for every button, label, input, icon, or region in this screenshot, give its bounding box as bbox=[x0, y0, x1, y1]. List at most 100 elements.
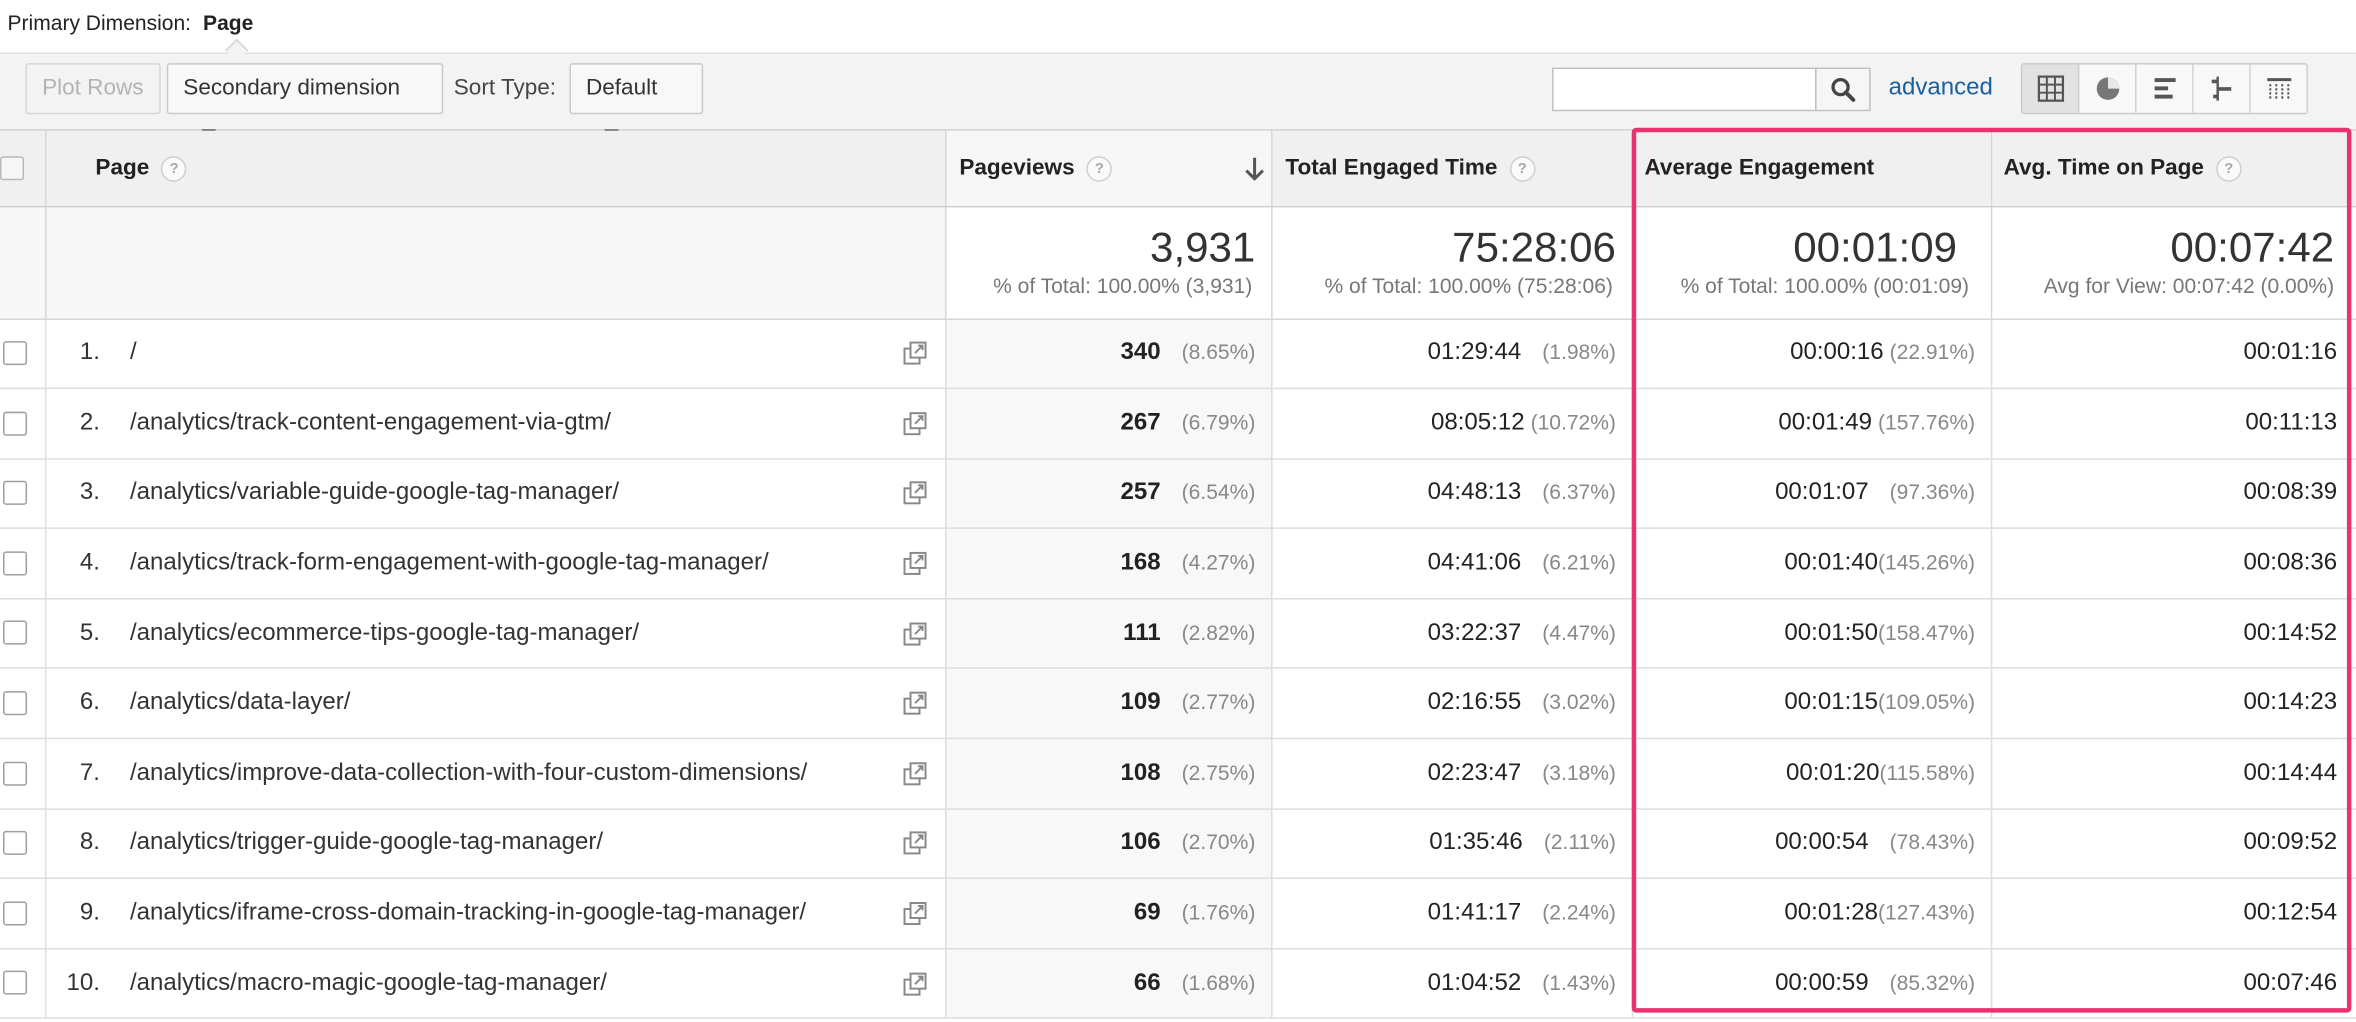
avg-engagement-value: 00:01:20 bbox=[1785, 760, 1880, 786]
view-toggle-group bbox=[2020, 63, 2308, 115]
page-link[interactable]: /analytics/variable-guide-google-tag-man… bbox=[130, 480, 619, 506]
row-checkbox[interactable] bbox=[3, 901, 28, 926]
pageviews-value: 267 bbox=[1120, 410, 1161, 436]
row-checkbox[interactable] bbox=[3, 831, 28, 856]
external-link-icon[interactable] bbox=[902, 412, 926, 444]
engaged-time-value: 01:29:44 bbox=[1427, 340, 1522, 366]
totals-pageviews-cell: 3,931 % of Total: 100.00% (3,931) bbox=[945, 205, 1272, 320]
help-icon[interactable]: ? bbox=[161, 155, 187, 182]
pie-view-button[interactable] bbox=[2079, 64, 2137, 113]
pie-view-icon bbox=[2095, 77, 2119, 100]
avg-engagement-cell: 00:01:28(127.43%) bbox=[1631, 878, 1992, 950]
avg-time-value: 00:14:23 bbox=[2243, 690, 2338, 716]
pageviews-value: 340 bbox=[1120, 340, 1161, 366]
search-button[interactable] bbox=[1815, 69, 1870, 110]
page-link[interactable]: /analytics/iframe-cross-domain-tracking-… bbox=[130, 900, 806, 926]
sort-type-dropdown[interactable]: Default bbox=[569, 63, 704, 139]
avg-engagement-cell: 00:01:50(158.47%) bbox=[1631, 598, 1992, 670]
pageviews-pct: (1.68%) bbox=[1181, 970, 1256, 995]
performance-view-button[interactable] bbox=[2136, 64, 2194, 113]
external-link-icon[interactable] bbox=[902, 552, 926, 584]
engaged-time-cell: 02:23:47 (3.18%) bbox=[1271, 738, 1633, 810]
help-icon[interactable]: ? bbox=[1509, 155, 1536, 182]
external-link-icon[interactable] bbox=[902, 902, 926, 934]
avg-engagement-pct: (127.43%) bbox=[1877, 900, 1976, 925]
row-select-cell bbox=[0, 388, 46, 460]
engaged-time-cell: 02:16:55 (3.02%) bbox=[1271, 668, 1633, 740]
row-checkbox[interactable] bbox=[3, 551, 28, 576]
row-checkbox[interactable] bbox=[3, 481, 28, 506]
column-header-page[interactable]: Page? bbox=[45, 130, 946, 207]
row-select-cell bbox=[0, 668, 46, 740]
avg-engagement-value: 00:01:28 bbox=[1784, 900, 1878, 926]
external-link-icon[interactable] bbox=[902, 622, 926, 654]
page-cell: 4. /analytics/track-form-engagement-with-… bbox=[45, 528, 946, 600]
avg-time-cell: 00:08:39 bbox=[1990, 458, 2356, 530]
page-link[interactable]: /analytics/track-form-engagement-with-go… bbox=[130, 550, 769, 576]
external-link-icon[interactable] bbox=[902, 342, 926, 374]
page-link[interactable]: /analytics/trigger-guide-google-tag-mana… bbox=[130, 830, 603, 856]
pivot-view-icon bbox=[2266, 78, 2291, 100]
page-link[interactable]: /analytics/improve-data-collection-with-… bbox=[130, 760, 807, 786]
external-link-icon[interactable] bbox=[902, 762, 926, 794]
row-index: 5. bbox=[79, 620, 100, 646]
pageviews-cell: 340 (8.65%) bbox=[945, 318, 1272, 390]
page-cell: 8. /analytics/trigger-guide-google-tag-ma… bbox=[45, 808, 946, 880]
column-header-pageviews[interactable]: Pageviews? bbox=[945, 130, 1272, 207]
pageviews-pct: (2.75%) bbox=[1181, 760, 1256, 785]
row-checkbox[interactable] bbox=[3, 411, 28, 436]
row-checkbox[interactable] bbox=[3, 761, 28, 786]
avg-time-value: 00:12:54 bbox=[2243, 900, 2338, 926]
totals-engaged-time-cell: 75:28:06 % of Total: 100.00% (75:28:06) bbox=[1271, 205, 1633, 320]
external-link-icon[interactable] bbox=[902, 482, 926, 514]
row-checkbox[interactable] bbox=[3, 691, 28, 716]
external-link-icon[interactable] bbox=[902, 832, 926, 864]
search-input[interactable] bbox=[1553, 69, 1816, 110]
page-link[interactable]: / bbox=[130, 340, 137, 366]
pivot-view-button[interactable] bbox=[2250, 64, 2307, 113]
column-header-pageviews-label: Pageviews bbox=[959, 154, 1075, 181]
pageviews-value: 106 bbox=[1120, 830, 1161, 856]
table-header-row: Page? Pageviews? Total Engaged Time? Ave… bbox=[0, 130, 2356, 207]
table-search bbox=[1552, 67, 1871, 112]
page-link[interactable]: /analytics/track-content-engagement-via-… bbox=[130, 410, 611, 436]
advanced-filter-link[interactable]: advanced bbox=[1889, 63, 1993, 114]
performance-view-icon bbox=[2153, 78, 2175, 99]
external-link-icon[interactable] bbox=[902, 972, 926, 1004]
page-link[interactable]: /analytics/ecommerce-tips-google-tag-man… bbox=[130, 620, 639, 646]
page-cell: 7. /analytics/improve-data-collection-wit… bbox=[45, 738, 946, 810]
row-index: 1. bbox=[79, 340, 100, 366]
page-link[interactable]: /analytics/macro-magic-google-tag-manage… bbox=[130, 970, 607, 996]
avg-time-cell: 00:08:36 bbox=[1990, 528, 2356, 600]
row-checkbox[interactable] bbox=[3, 341, 28, 366]
row-checkbox[interactable] bbox=[3, 621, 28, 646]
avg-engagement-cell: 00:00:54 (78.43%) bbox=[1631, 808, 1992, 880]
help-icon[interactable]: ? bbox=[2215, 155, 2242, 182]
plot-rows-button[interactable]: Plot Rows bbox=[25, 63, 161, 115]
column-header-page-label: Page bbox=[95, 154, 150, 181]
column-header-avg-time-on-page[interactable]: Avg. Time on Page? bbox=[1990, 130, 2356, 207]
pageviews-value: 109 bbox=[1120, 690, 1161, 716]
page-link[interactable]: /analytics/data-layer/ bbox=[130, 690, 350, 716]
external-link-icon[interactable] bbox=[902, 692, 926, 724]
primary-dimension-value[interactable]: Page bbox=[203, 11, 253, 35]
comparison-view-button[interactable] bbox=[2193, 64, 2251, 113]
pageviews-pct: (2.70%) bbox=[1181, 830, 1256, 855]
secondary-dimension-dropdown[interactable]: Secondary dimension bbox=[166, 63, 444, 139]
engaged-time-cell: 01:35:46 (2.11%) bbox=[1271, 808, 1633, 880]
avg-engagement-pct: (157.76%) bbox=[1877, 410, 1976, 435]
engaged-time-pct: (4.47%) bbox=[1542, 620, 1616, 645]
select-all-checkbox[interactable] bbox=[0, 156, 25, 181]
engaged-time-pct: (3.18%) bbox=[1542, 760, 1616, 785]
row-select-cell bbox=[0, 318, 46, 390]
pageviews-pct: (2.77%) bbox=[1181, 690, 1256, 715]
engaged-time-cell: 01:41:17 (2.24%) bbox=[1271, 878, 1633, 950]
engaged-time-pct: (2.11%) bbox=[1543, 830, 1616, 855]
table-row: 1. / 340 (8.65%) 01:29:44 (1.98%) 00:00:16(… bbox=[0, 318, 2356, 390]
avg-time-value: 00:08:39 bbox=[2243, 480, 2338, 506]
table-view-button[interactable] bbox=[2022, 64, 2080, 113]
column-header-average-engagement[interactable]: Average Engagement bbox=[1631, 130, 1992, 207]
row-checkbox[interactable] bbox=[3, 971, 28, 996]
help-icon[interactable]: ? bbox=[1086, 155, 1113, 182]
column-header-total-engaged-time[interactable]: Total Engaged Time? bbox=[1271, 130, 1633, 207]
